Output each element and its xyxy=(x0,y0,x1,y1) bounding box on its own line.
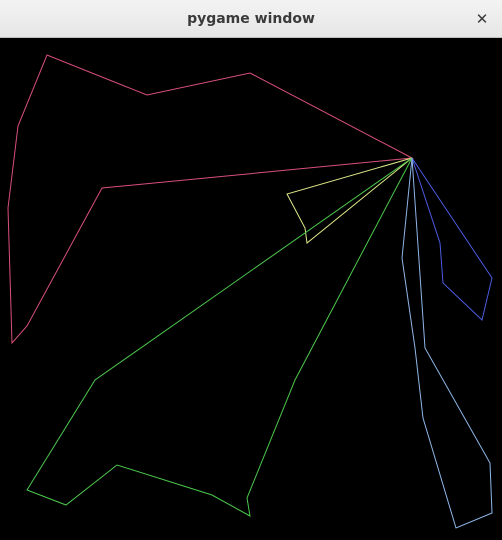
window-title: pygame window xyxy=(187,11,315,27)
close-icon[interactable]: ✕ xyxy=(470,7,494,31)
green-polygon xyxy=(26,157,413,517)
pygame-window: pygame window ✕ xyxy=(0,0,502,540)
light-blue-polygon xyxy=(401,157,493,529)
drawing-surface xyxy=(7,54,493,529)
blue-polygon xyxy=(411,157,493,321)
game-canvas[interactable] xyxy=(0,38,502,540)
title-bar[interactable]: pygame window ✕ xyxy=(0,0,502,38)
